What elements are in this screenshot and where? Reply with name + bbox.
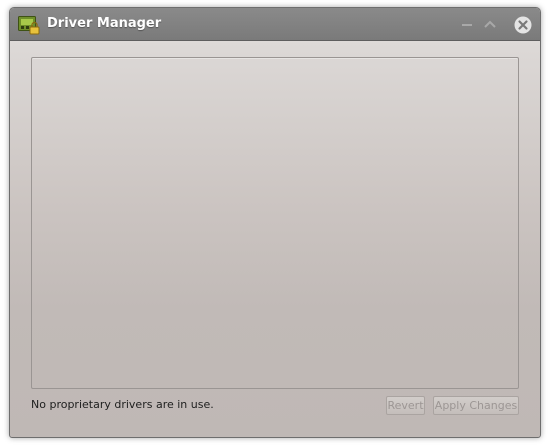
- drivers-list[interactable]: [31, 57, 519, 389]
- apply-changes-button[interactable]: Apply Changes: [433, 396, 519, 415]
- driver-manager-window: Driver Manager No proprietary drivers ar…: [9, 7, 541, 438]
- window-title: Driver Manager: [47, 16, 162, 31]
- revert-button[interactable]: Revert: [386, 396, 425, 415]
- status-text: No proprietary drivers are in use.: [31, 398, 214, 411]
- driver-manager-icon: [18, 15, 40, 35]
- close-icon[interactable]: [514, 16, 532, 34]
- minimize-icon[interactable]: [459, 16, 475, 32]
- title-bar[interactable]: Driver Manager: [10, 8, 540, 41]
- maximize-icon[interactable]: [482, 16, 498, 32]
